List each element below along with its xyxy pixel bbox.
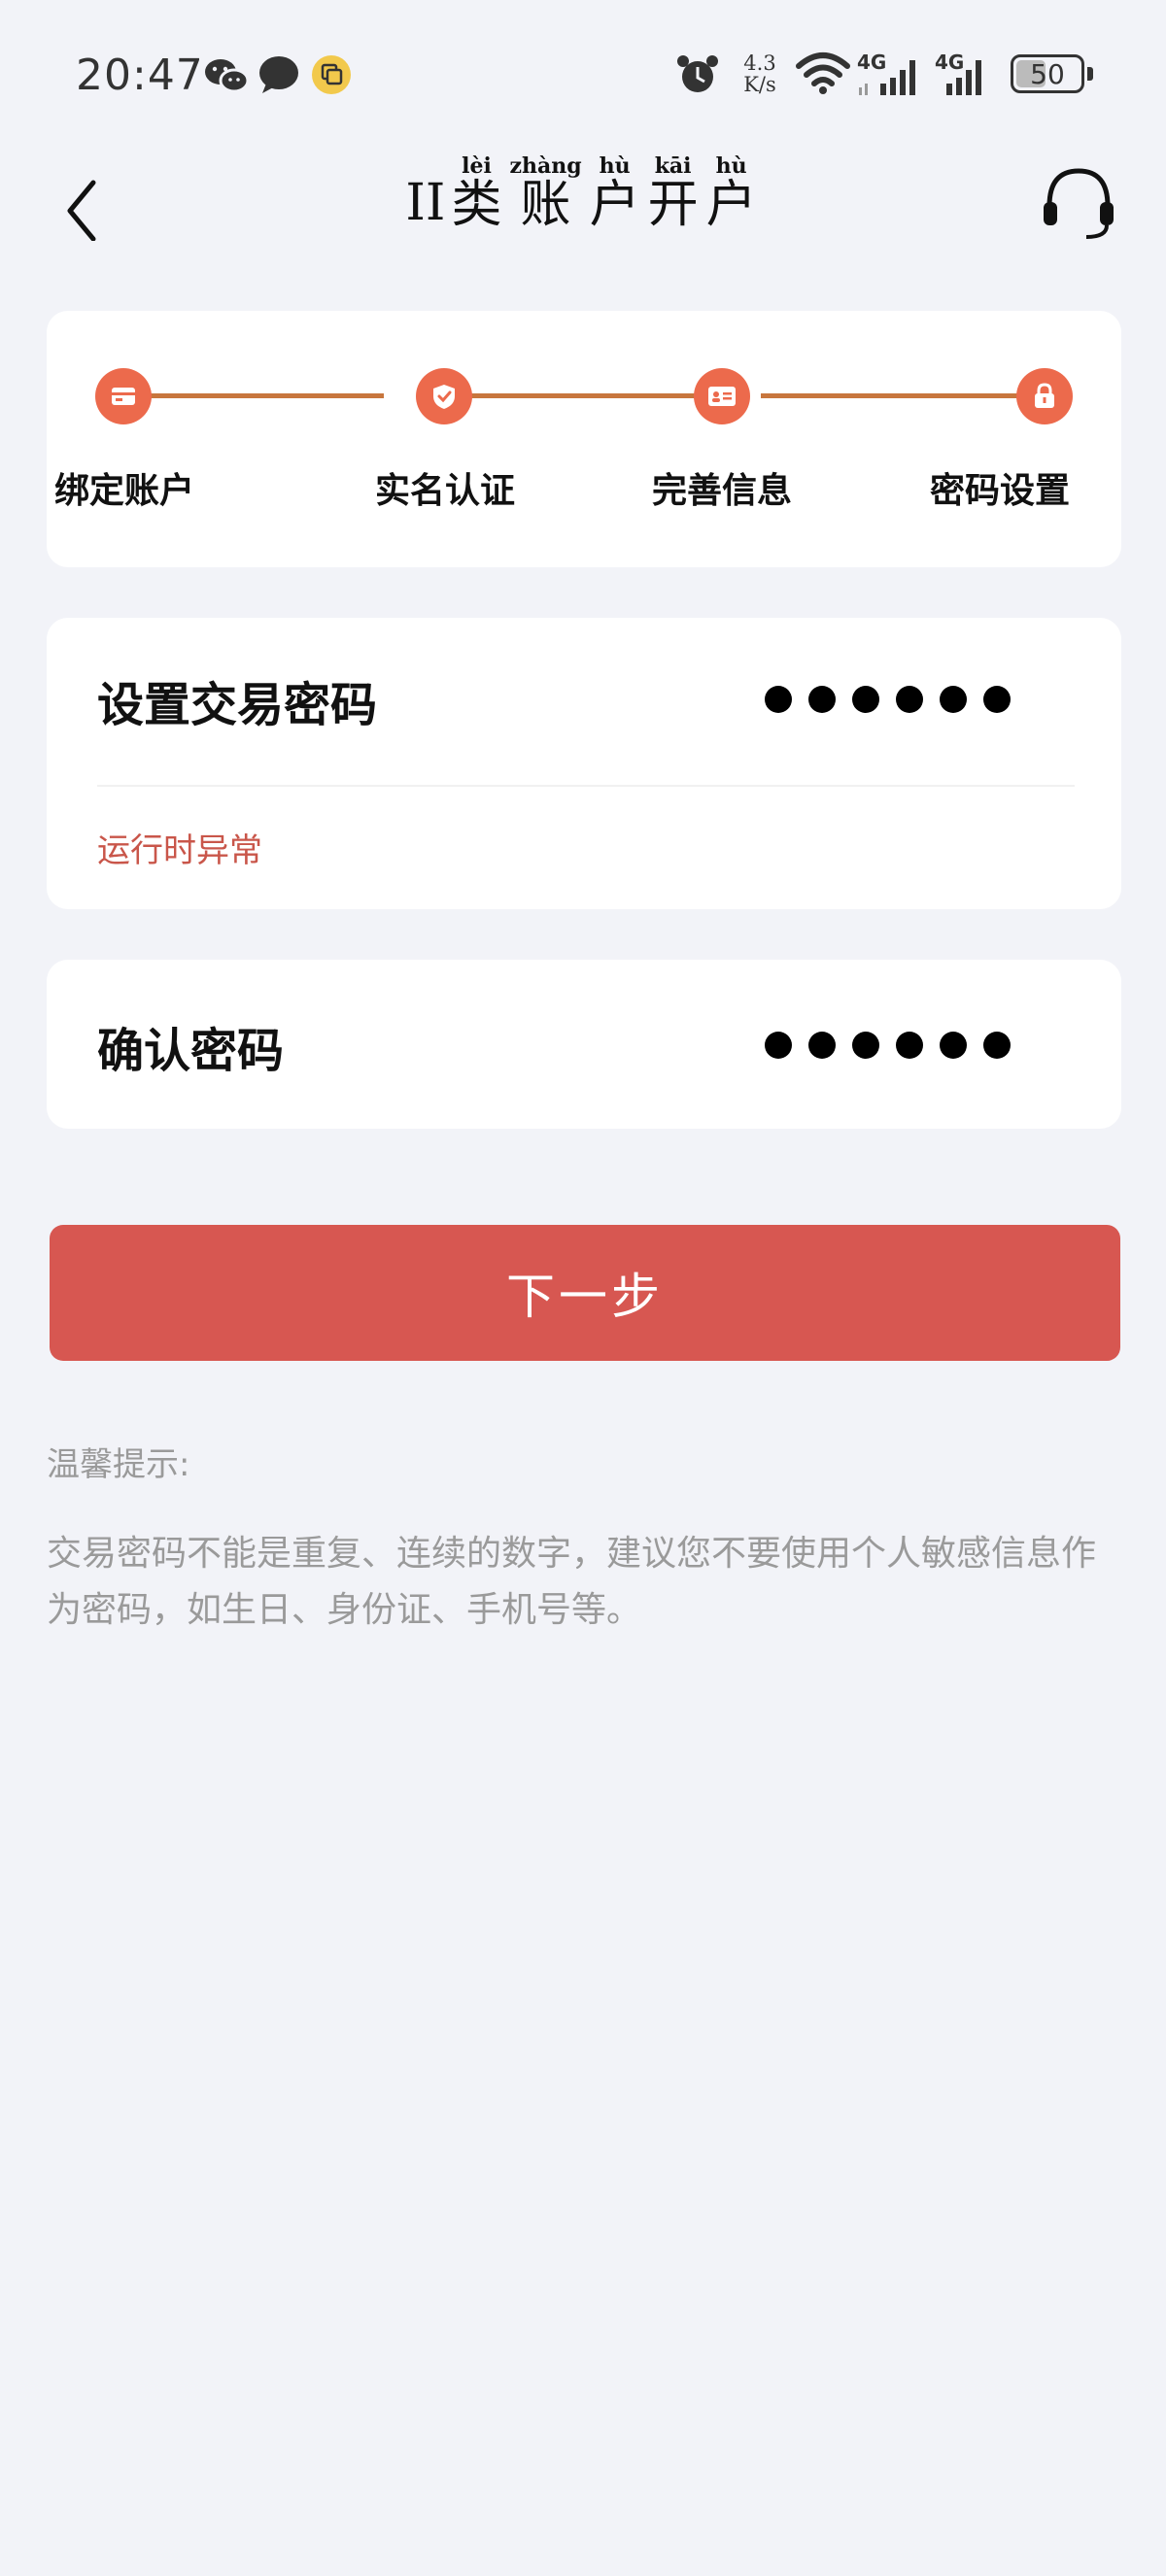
battery-icon: 50 <box>1011 54 1093 93</box>
confirm-password-label: 确认密码 <box>97 1024 285 1078</box>
password-mask-dot <box>940 1032 967 1059</box>
set-password-card: 设置交易密码 运行时异常 <box>47 618 1121 909</box>
password-mask-dot <box>808 1032 836 1059</box>
progress-steps-card: 绑定账户 实名认证 完善信息 密码设置 <box>47 311 1121 567</box>
id-card-icon <box>708 387 736 406</box>
network-speed: 4.3 K/s <box>738 52 781 95</box>
headset-icon <box>1044 168 1114 239</box>
network-speed-value: 4.3 <box>743 51 776 75</box>
step-4-label: 密码设置 <box>929 471 1070 511</box>
password-mask-dot <box>765 686 792 713</box>
step-connector <box>761 393 1021 398</box>
password-mask-dot <box>765 1032 792 1059</box>
set-password-input[interactable] <box>765 686 1011 713</box>
card-icon <box>112 388 135 405</box>
step-3-label: 完善信息 <box>651 471 792 511</box>
password-mask-dot <box>940 686 967 713</box>
step-2-label: 实名认证 <box>374 471 515 511</box>
title-char: hù 户 <box>706 155 757 232</box>
title-pinyin: zhàng <box>509 153 582 179</box>
tips-body: 交易密码不能是重复、连续的数字，建议您不要使用个人敏感信息作为密码，如生日、身份… <box>47 1534 1097 1630</box>
password-mask-dot <box>896 1032 923 1059</box>
title-pinyin: hù <box>715 153 747 179</box>
password-mask-dot <box>983 1032 1011 1059</box>
next-step-button[interactable]: 下一步 <box>50 1225 1120 1361</box>
signal-icon-2 <box>946 60 981 95</box>
clone-icon <box>312 55 351 94</box>
title-char: lèi 类 <box>451 155 501 232</box>
title-prefix: II <box>405 173 446 232</box>
network-speed-unit: K/s <box>743 73 776 96</box>
password-mask-dot <box>808 686 836 713</box>
password-mask-dot <box>983 686 1011 713</box>
title-pinyin: lèi <box>462 153 492 179</box>
title-pinyin: kāi <box>654 153 692 179</box>
status-time: 20:47 <box>76 51 204 100</box>
title-hanzi: 户 <box>589 176 640 234</box>
title-char: kāi 开 <box>648 155 699 232</box>
title-char: zhàng 账 <box>509 155 581 232</box>
signal-icon <box>859 60 915 95</box>
step-2-dot <box>416 368 472 424</box>
status-bar: 20:47 4.3 K/s 4G 4G 50 <box>0 0 1166 146</box>
confirm-password-card: 确认密码 <box>47 960 1121 1129</box>
customer-service-button[interactable] <box>1040 159 1117 247</box>
nav-bar: II lèi 类 zhàng 账 hù 户 kāi 开 hù 户 <box>0 146 1166 262</box>
confirm-password-input[interactable] <box>765 1032 1011 1059</box>
tips-title: 温馨提示: <box>47 1445 190 1484</box>
title-hanzi: 开 <box>647 176 699 234</box>
step-3-dot <box>694 368 750 424</box>
step-1-label: 绑定账户 <box>53 471 194 511</box>
password-mask-dot <box>896 686 923 713</box>
lock-icon <box>1035 383 1054 408</box>
wifi-icon <box>796 52 850 94</box>
step-connector <box>123 393 384 398</box>
page-title: II lèi 类 zhàng 账 hù 户 kāi 开 hù 户 <box>0 155 1166 232</box>
step-4-dot <box>1016 368 1073 424</box>
title-char: hù 户 <box>590 155 640 232</box>
shield-check-icon <box>433 385 455 409</box>
alarm-icon <box>677 55 718 92</box>
set-password-label: 设置交易密码 <box>97 678 378 732</box>
title-hanzi: 类 <box>451 176 502 234</box>
title-hanzi: 户 <box>705 176 757 234</box>
battery-level: 50 <box>1030 58 1065 90</box>
title-pinyin: hù <box>599 153 631 179</box>
password-mask-dot <box>852 1032 879 1059</box>
password-mask-dot <box>852 686 879 713</box>
message-icon <box>259 56 298 93</box>
wechat-icon <box>205 59 249 93</box>
step-1-dot <box>95 368 152 424</box>
divider <box>97 785 1075 787</box>
error-message: 运行时异常 <box>97 831 262 870</box>
step-connector <box>442 393 703 398</box>
title-hanzi: 账 <box>520 176 571 234</box>
